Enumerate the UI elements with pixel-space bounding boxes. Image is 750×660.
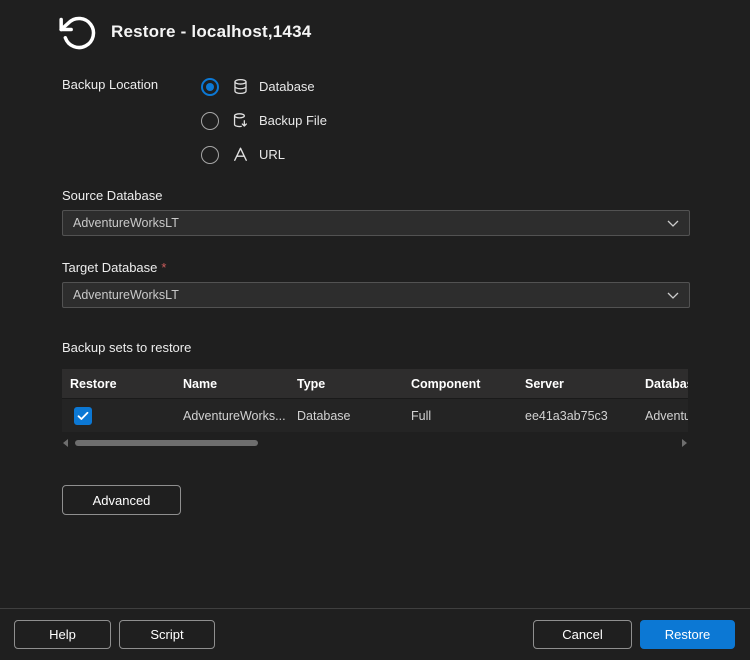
backup-file-icon xyxy=(232,112,249,129)
column-header-component: Component xyxy=(403,377,517,391)
table-row[interactable]: AdventureWorks... Database Full ee41a3ab… xyxy=(62,398,688,432)
help-button[interactable]: Help xyxy=(14,620,111,649)
component-cell: Full xyxy=(403,409,517,423)
radio-database-label: Database xyxy=(259,79,315,94)
source-database-label: Source Database xyxy=(62,188,162,203)
backup-location-radio-group: Database Backup File URL xyxy=(201,77,327,164)
scroll-right-arrow-icon[interactable] xyxy=(682,439,687,447)
restore-cell xyxy=(62,407,175,425)
radio-database-control[interactable] xyxy=(201,78,219,96)
checkmark-icon xyxy=(77,411,89,421)
radio-option-url[interactable]: URL xyxy=(201,145,327,164)
horizontal-scrollbar[interactable] xyxy=(62,438,688,449)
url-icon xyxy=(232,146,249,163)
radio-backup-file-control[interactable] xyxy=(201,112,219,130)
dialog-header: Restore - localhost,1434 xyxy=(56,9,311,55)
column-header-name: Name xyxy=(175,377,289,391)
page-title: Restore - localhost,1434 xyxy=(111,22,311,42)
scrollbar-thumb[interactable] xyxy=(75,440,258,446)
chevron-down-icon xyxy=(667,288,679,302)
footer-bar: Help Script Cancel Restore xyxy=(0,608,750,660)
restore-checkbox[interactable] xyxy=(74,407,92,425)
target-database-value: AdventureWorksLT xyxy=(73,288,667,302)
column-header-restore: Restore xyxy=(62,377,175,391)
backup-location-label: Backup Location xyxy=(62,77,158,92)
source-database-dropdown[interactable]: AdventureWorksLT xyxy=(62,210,690,236)
type-cell: Database xyxy=(289,409,403,423)
backup-sets-table: Restore Name Type Component Server Datab… xyxy=(62,369,688,432)
target-database-label-text: Target Database xyxy=(62,260,157,275)
server-cell: ee41a3ab75c3 xyxy=(517,409,637,423)
backup-sets-label: Backup sets to restore xyxy=(62,340,191,355)
script-button[interactable]: Script xyxy=(119,620,215,649)
restore-icon xyxy=(56,11,98,53)
database-cell: AdventureWorksLT xyxy=(637,409,688,423)
radio-url-label: URL xyxy=(259,147,285,162)
scroll-left-arrow-icon[interactable] xyxy=(63,439,68,447)
restore-button[interactable]: Restore xyxy=(640,620,735,649)
chevron-down-icon xyxy=(667,216,679,230)
radio-url-control[interactable] xyxy=(201,146,219,164)
name-cell: AdventureWorks... xyxy=(175,409,289,423)
radio-option-database[interactable]: Database xyxy=(201,77,327,96)
radio-option-backup-file[interactable]: Backup File xyxy=(201,111,327,130)
column-header-database: Database xyxy=(637,377,688,391)
source-database-value: AdventureWorksLT xyxy=(73,216,667,230)
cancel-button[interactable]: Cancel xyxy=(533,620,632,649)
target-database-dropdown[interactable]: AdventureWorksLT xyxy=(62,282,690,308)
column-header-type: Type xyxy=(289,377,403,391)
column-header-server: Server xyxy=(517,377,637,391)
required-marker: * xyxy=(161,260,166,275)
database-icon xyxy=(232,78,249,95)
radio-backup-file-label: Backup File xyxy=(259,113,327,128)
advanced-button[interactable]: Advanced xyxy=(62,485,181,515)
table-header-row: Restore Name Type Component Server Datab… xyxy=(62,369,688,398)
target-database-label: Target Database * xyxy=(62,260,166,275)
